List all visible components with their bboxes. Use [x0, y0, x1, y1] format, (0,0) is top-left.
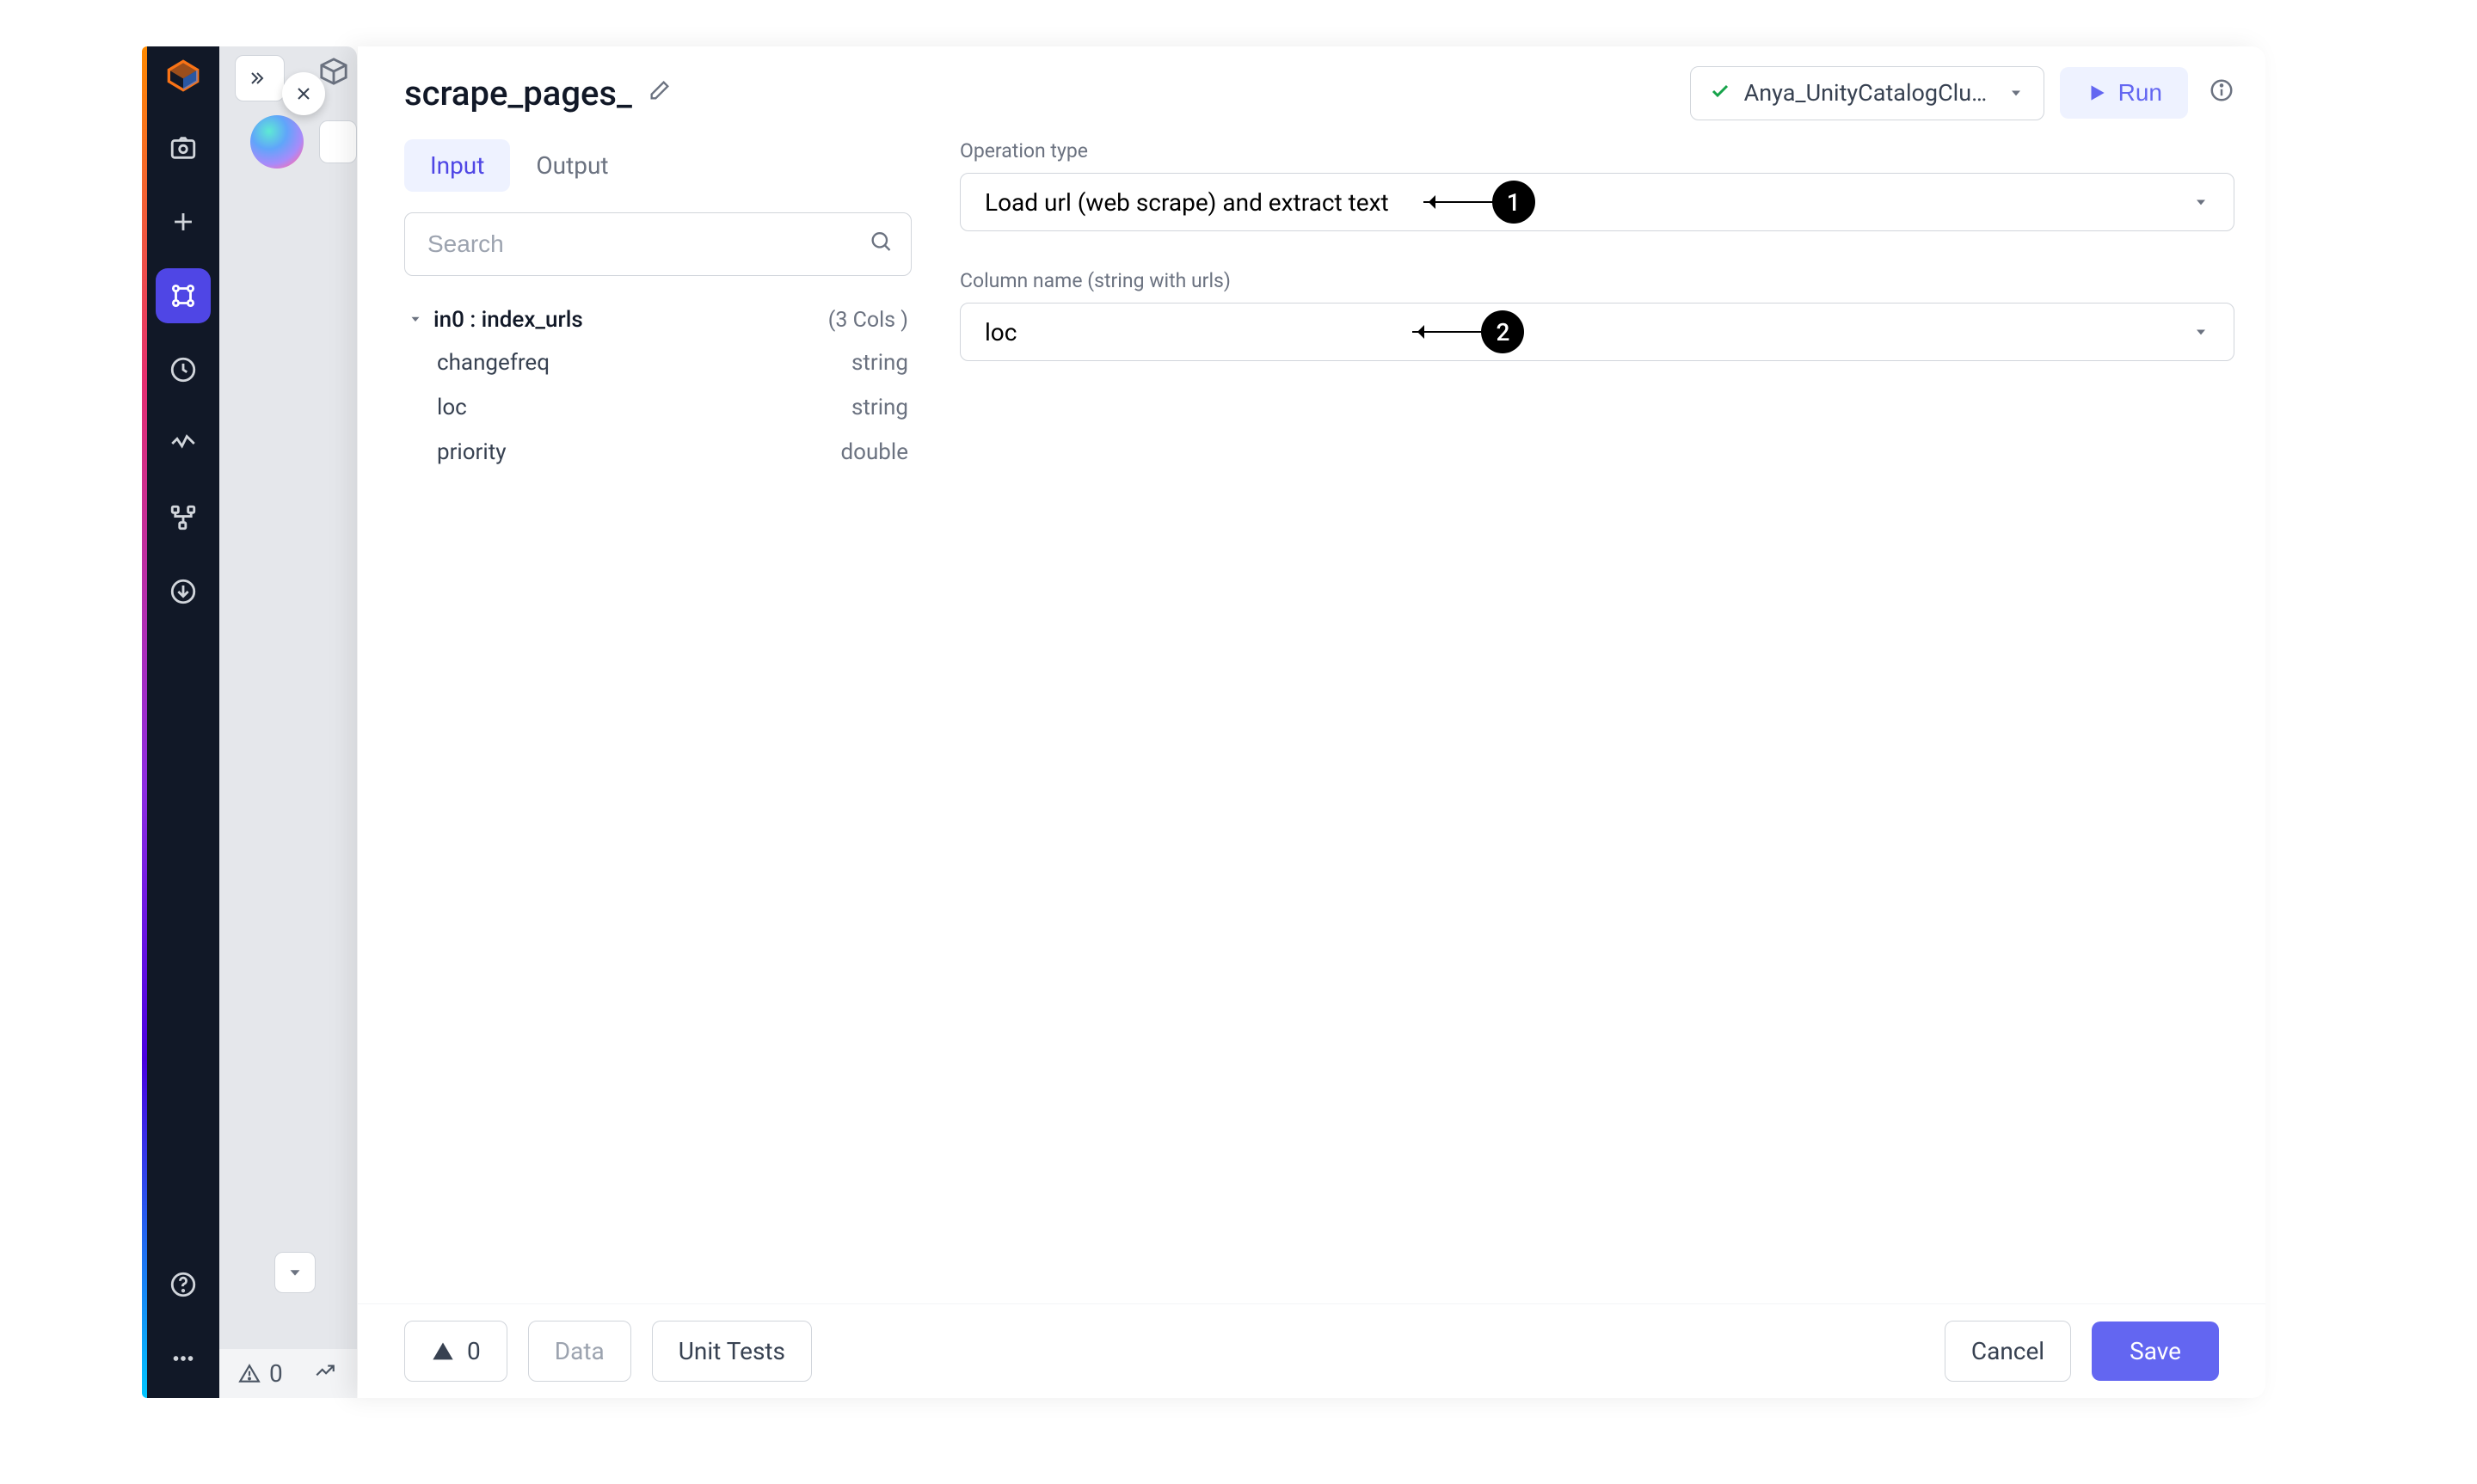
run-button[interactable]: Run — [2060, 67, 2188, 119]
canvas-background: 0 — [219, 46, 357, 1398]
node-orb[interactable] — [250, 115, 304, 169]
warnings-count: 0 — [467, 1337, 481, 1365]
operation-type-value: Load url (web scrape) and extract text — [985, 188, 1389, 217]
run-label: Run — [2118, 79, 2162, 107]
panel-footer: 0 Data Unit Tests Cancel Save — [358, 1303, 2265, 1398]
nav-history[interactable] — [156, 342, 211, 397]
warnings-button[interactable]: 0 — [404, 1321, 507, 1382]
nav-download[interactable] — [156, 564, 211, 619]
schema-col-type: string — [851, 350, 908, 376]
column-name-value: loc — [985, 318, 1017, 346]
schema-row[interactable]: priority double — [404, 431, 912, 474]
chevron-down-icon — [2192, 188, 2210, 217]
column-name-select[interactable]: loc 2 — [960, 303, 2234, 361]
schema-col-type: string — [851, 395, 908, 420]
schema-cols-count: (3 Cols ) — [828, 308, 908, 333]
node-box[interactable] — [319, 120, 357, 163]
cluster-name: Anya_UnityCatalogClusters_... — [1744, 79, 1994, 107]
trend-icon[interactable] — [314, 1359, 336, 1388]
schema-col-type: double — [840, 439, 908, 465]
caret-down-icon — [408, 307, 423, 333]
callout-2-num: 2 — [1481, 310, 1524, 353]
nav-more[interactable] — [156, 1331, 211, 1386]
schema-root[interactable]: in0 : index_urls (3 Cols ) — [404, 300, 912, 340]
nav-help[interactable] — [156, 1257, 211, 1312]
panel-header: scrape_pages_ Anya_UnityCatalogClusters_… — [358, 46, 2265, 139]
callout-1: 1 — [1423, 181, 1535, 224]
nav-add[interactable] — [156, 194, 211, 249]
app-logo[interactable] — [166, 58, 200, 93]
chevron-down-icon — [2007, 79, 2025, 107]
tabs: Input Output — [404, 139, 912, 192]
warning-icon: 0 — [238, 1359, 283, 1388]
search-input[interactable] — [404, 212, 912, 276]
status-count: 0 — [269, 1359, 283, 1388]
status-check-icon — [1710, 79, 1730, 107]
operation-type-label: Operation type — [960, 139, 2234, 163]
canvas-menu-button[interactable] — [274, 1252, 316, 1293]
close-panel-button[interactable] — [282, 72, 325, 115]
tab-output[interactable]: Output — [510, 139, 634, 192]
page-title: scrape_pages_ — [404, 73, 632, 113]
nav-snapshot[interactable] — [156, 120, 211, 175]
edit-title-icon[interactable] — [648, 78, 672, 108]
nav-branch[interactable] — [156, 490, 211, 545]
nav-metrics[interactable] — [156, 416, 211, 471]
main-sidebar — [147, 46, 219, 1398]
chevron-down-icon — [2192, 318, 2210, 346]
unit-tests-button[interactable]: Unit Tests — [652, 1321, 812, 1382]
callout-1-num: 1 — [1492, 181, 1535, 224]
schema-list: in0 : index_urls (3 Cols ) changefreq st… — [404, 300, 912, 474]
data-button[interactable]: Data — [528, 1321, 631, 1382]
schema-col-name: priority — [437, 439, 507, 465]
schema-col-name: loc — [437, 395, 467, 420]
schema-col-name: changefreq — [437, 350, 550, 376]
schema-row[interactable]: loc string — [404, 386, 912, 429]
nav-pipeline[interactable] — [156, 268, 211, 323]
column-name-label: Column name (string with urls) — [960, 269, 2234, 292]
cancel-label: Cancel — [1971, 1337, 2044, 1365]
schema-row[interactable]: changefreq string — [404, 341, 912, 384]
expand-canvas-button[interactable] — [235, 55, 285, 101]
callout-2: 2 — [1412, 310, 1524, 353]
save-label: Save — [2130, 1337, 2181, 1365]
search-icon — [869, 230, 893, 260]
save-button[interactable]: Save — [2092, 1321, 2219, 1381]
info-icon[interactable] — [2209, 77, 2234, 109]
cluster-selector[interactable]: Anya_UnityCatalogClusters_... — [1690, 66, 2044, 120]
tab-input[interactable]: Input — [404, 139, 510, 192]
operation-type-select[interactable]: Load url (web scrape) and extract text 1 — [960, 173, 2234, 231]
config-panel: scrape_pages_ Anya_UnityCatalogClusters_… — [358, 46, 2265, 1398]
data-label: Data — [555, 1337, 605, 1365]
unit-tests-label: Unit Tests — [679, 1337, 785, 1365]
schema-root-label: in0 : index_urls — [433, 307, 583, 333]
status-bar: 0 — [219, 1348, 357, 1398]
cancel-button[interactable]: Cancel — [1945, 1321, 2071, 1382]
